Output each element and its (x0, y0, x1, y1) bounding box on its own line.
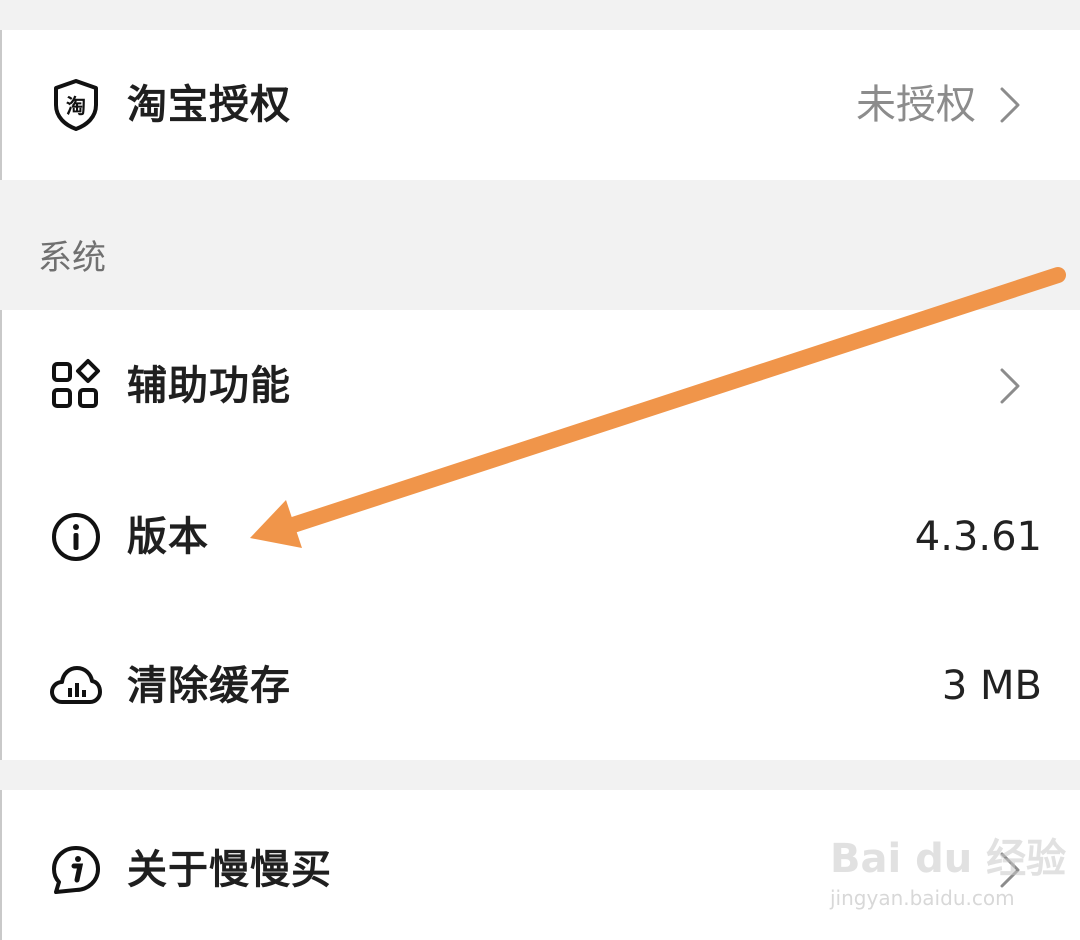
baidu-watermark: Bai du 经验 jingyan.baidu.com (830, 826, 1066, 922)
system-section-header: 系统 (38, 238, 106, 278)
taobao-shield-icon: 淘 (48, 77, 104, 133)
accessibility-row[interactable]: 辅助功能 (2, 310, 1080, 460)
watermark-url: jingyan.baidu.com (830, 886, 1015, 910)
taobao-icon-glyph: 淘 (66, 94, 86, 118)
apps-grid-icon (48, 358, 104, 414)
info-bubble-icon (48, 842, 104, 898)
clear-cache-label: 清除缓存 (127, 663, 291, 709)
version-row[interactable]: 版本 4.3.61 (2, 460, 1080, 610)
clear-cache-row[interactable]: 清除缓存 3 MB (2, 610, 1080, 760)
info-circle-icon (48, 509, 104, 565)
cache-size-value: 3 MB (941, 663, 1042, 709)
chevron-right-icon (998, 85, 1022, 125)
taobao-auth-status: 未授权 (856, 82, 976, 128)
top-gap (0, 0, 1080, 30)
version-value: 4.3.61 (914, 514, 1042, 560)
taobao-card: 淘 淘宝授权 未授权 (2, 30, 1080, 180)
system-section-bg (0, 180, 1080, 310)
section-gap (0, 760, 1080, 790)
version-label: 版本 (127, 514, 209, 560)
about-label: 关于慢慢买 (127, 847, 332, 893)
cloud-icon (48, 658, 104, 714)
accessibility-label: 辅助功能 (127, 363, 291, 409)
watermark-brand: Bai du 经验 (830, 836, 1067, 882)
chevron-right-icon (998, 366, 1022, 406)
taobao-auth-row[interactable]: 淘 淘宝授权 未授权 (2, 30, 1080, 180)
system-card: 辅助功能 版本 4.3.61 清除缓存 3 MB (2, 310, 1080, 760)
taobao-auth-label: 淘宝授权 (127, 82, 291, 128)
